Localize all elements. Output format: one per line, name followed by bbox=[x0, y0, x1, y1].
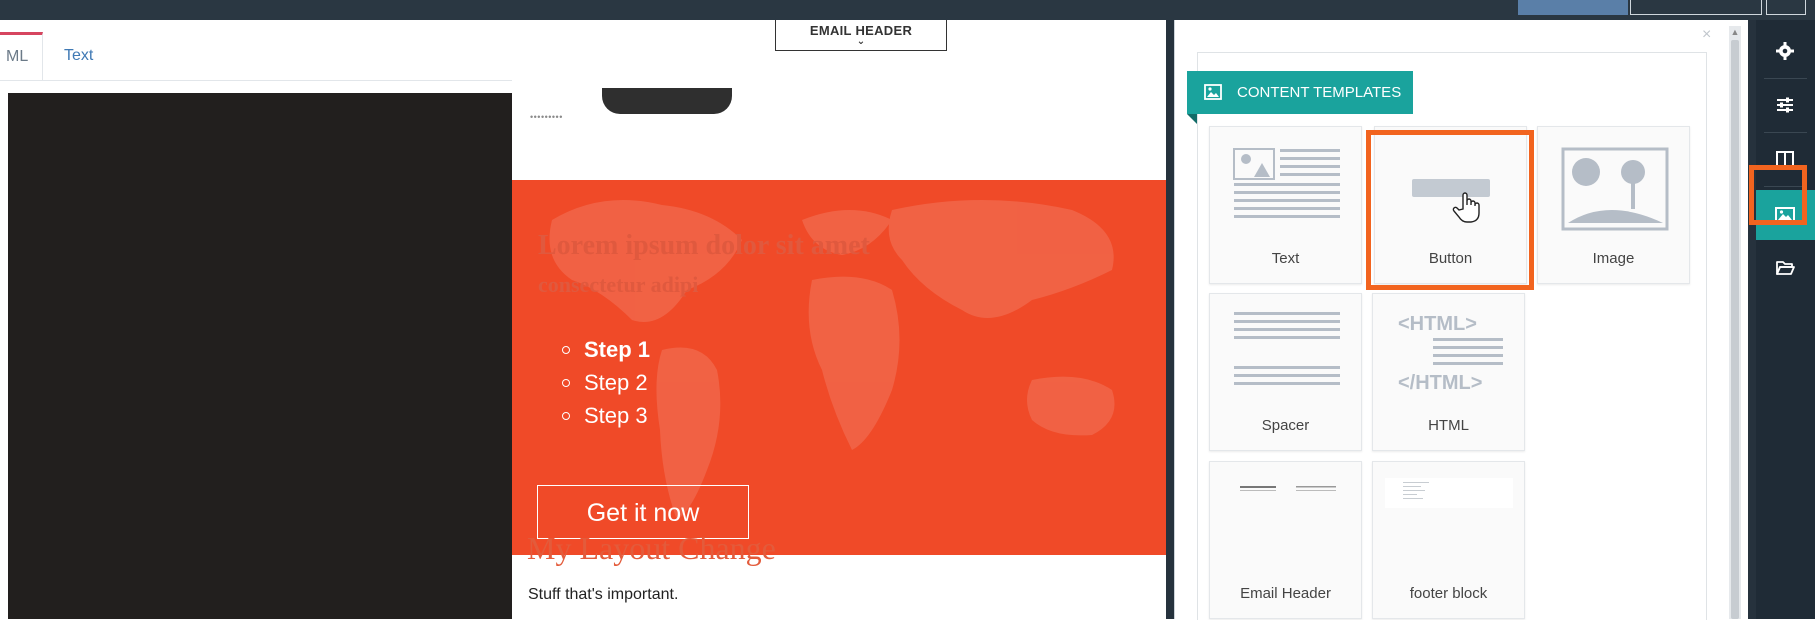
step-item: Step 1 bbox=[562, 333, 650, 366]
image-icon bbox=[1204, 84, 1222, 100]
email-editor: ML Text EMAIL HEADER ⌄ ••••••••• Lorem i… bbox=[0, 20, 1166, 619]
template-tile-text[interactable]: Text bbox=[1209, 126, 1362, 284]
email-header-toggle[interactable]: EMAIL HEADER ⌄ bbox=[775, 20, 947, 51]
html-block-icon: <HTML> </HTML> bbox=[1398, 313, 1503, 394]
template-tile-image[interactable]: Image bbox=[1537, 126, 1690, 284]
template-tile-html[interactable]: <HTML> </HTML> HTML bbox=[1372, 293, 1525, 451]
chevron-down-icon: ⌄ bbox=[856, 36, 866, 47]
close-icon[interactable]: × bbox=[1702, 26, 1711, 44]
text-block-icon bbox=[1233, 148, 1340, 218]
svg-text:</HTML>: </HTML> bbox=[1398, 372, 1482, 394]
hero-faded-title: Lorem ipsum dolor sit amet bbox=[538, 230, 870, 261]
sidebar-divider bbox=[1764, 186, 1807, 187]
tile-label: Text bbox=[1271, 250, 1300, 267]
right-icon-sidebar bbox=[1756, 20, 1815, 619]
scroll-up-arrow-icon[interactable]: ▲ bbox=[1729, 26, 1741, 38]
tile-label: Email Header bbox=[1240, 585, 1331, 602]
content-templates-title: CONTENT TEMPLATES bbox=[1237, 84, 1402, 101]
top-toolbar bbox=[0, 0, 1815, 20]
sidebar-item-adjust[interactable] bbox=[1756, 80, 1815, 130]
template-tile-button[interactable]: Button bbox=[1374, 126, 1527, 284]
step-item: Step 3 bbox=[562, 399, 650, 432]
code-canvas[interactable] bbox=[8, 93, 512, 619]
toolbar-more-button[interactable] bbox=[1766, 0, 1806, 15]
template-tile-footer-block[interactable]: footer block bbox=[1372, 461, 1525, 619]
template-tile-email-header[interactable]: Email Header bbox=[1209, 461, 1362, 619]
sidebar-item-files[interactable] bbox=[1756, 242, 1815, 292]
email-logo bbox=[602, 88, 732, 114]
button-block-icon bbox=[1412, 179, 1490, 197]
section-body: Stuff that's important. bbox=[528, 586, 679, 603]
logo-dots: ••••••••• bbox=[530, 112, 563, 122]
email-header-thumbnail bbox=[1240, 486, 1336, 491]
sliders-icon bbox=[1777, 97, 1793, 113]
editor-tabs: ML Text bbox=[0, 32, 1166, 81]
tab-html[interactable]: ML bbox=[0, 32, 43, 80]
hero-section[interactable]: Lorem ipsum dolor sit amet consectetur a… bbox=[512, 180, 1166, 555]
scrollbar-thumb[interactable] bbox=[1731, 40, 1739, 619]
tile-label: HTML bbox=[1428, 417, 1469, 434]
footer-block-thumbnail bbox=[1385, 478, 1513, 508]
email-preview: ••••••••• Lorem ipsum dolor sit amet con… bbox=[512, 80, 1166, 619]
folder-open-icon bbox=[1776, 261, 1795, 275]
sidebar-divider bbox=[1764, 132, 1807, 133]
columns-icon bbox=[1776, 151, 1794, 167]
toolbar-secondary-button[interactable] bbox=[1630, 0, 1762, 15]
sidebar-divider bbox=[1764, 78, 1807, 79]
sidebar-item-layout[interactable] bbox=[1756, 134, 1815, 184]
tile-label: Image bbox=[1592, 250, 1635, 267]
ribbon-fold bbox=[1187, 114, 1197, 124]
email-logo-area: ••••••••• bbox=[512, 80, 1166, 138]
sidebar-item-content-templates[interactable] bbox=[1756, 190, 1815, 240]
tile-label: Spacer bbox=[1261, 417, 1310, 434]
spacer-block-icon bbox=[1234, 312, 1340, 385]
tab-text[interactable]: Text bbox=[64, 32, 93, 80]
template-tile-spacer[interactable]: Spacer bbox=[1209, 293, 1362, 451]
tile-label: footer block bbox=[1409, 585, 1488, 602]
image-icon bbox=[1775, 207, 1795, 223]
step-item: Step 2 bbox=[562, 366, 650, 399]
sidebar-item-settings[interactable] bbox=[1756, 26, 1815, 76]
gear-icon bbox=[1776, 42, 1794, 60]
steps-list: Step 1 Step 2 Step 3 bbox=[562, 333, 650, 432]
hero-faded-subtitle: consectetur adipi bbox=[538, 272, 699, 297]
svg-text:<HTML>: <HTML> bbox=[1398, 313, 1477, 335]
tile-label: Button bbox=[1428, 250, 1473, 267]
section-heading: My Layout Change bbox=[527, 530, 776, 566]
toolbar-primary-button[interactable] bbox=[1518, 0, 1628, 15]
image-block-icon bbox=[1561, 147, 1669, 231]
content-templates-header: CONTENT TEMPLATES bbox=[1187, 71, 1413, 124]
